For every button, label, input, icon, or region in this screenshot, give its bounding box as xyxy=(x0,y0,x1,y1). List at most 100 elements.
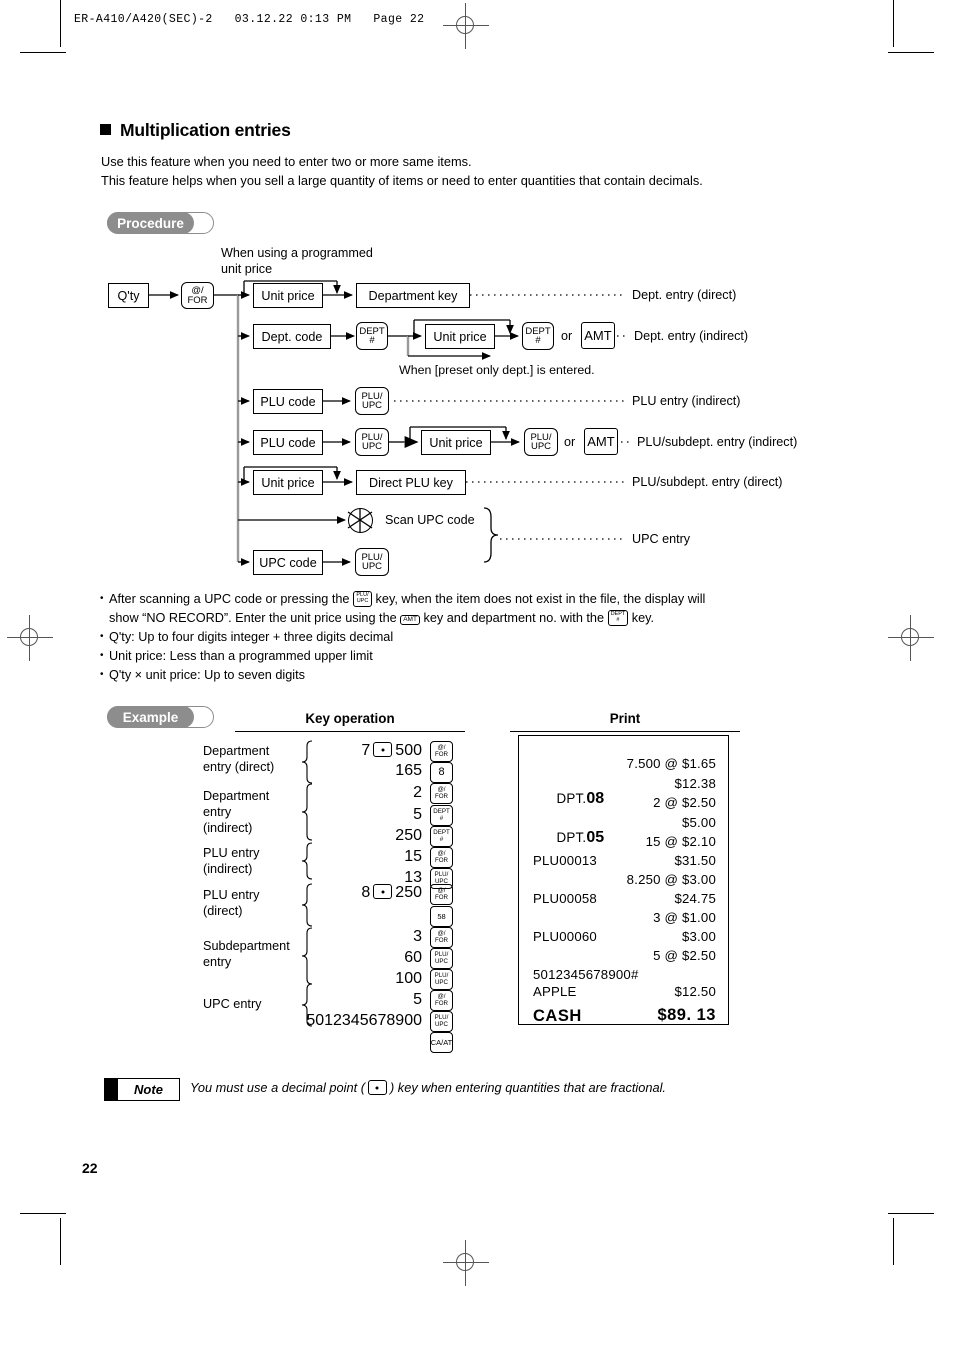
flow-box-unit-price-2: Unit price xyxy=(425,324,495,349)
receipt-line-12-left: 5012345678900# xyxy=(533,967,639,982)
flow-preset-note: When [preset only dept.] is entered. xyxy=(399,363,595,377)
receipt-line-11-right: 5 @ $2.50 xyxy=(653,948,716,963)
flow-box-unit-price-3: Unit price xyxy=(421,430,491,455)
print-header-text: ER-A410/A420(SEC)-2 03.12.22 0:13 PM Pag… xyxy=(74,13,425,26)
flow-result-dept-direct: Dept. entry (direct) xyxy=(632,288,737,302)
key-plu-2-line2: UPC xyxy=(361,441,383,452)
operation-line-13: 5 xyxy=(413,991,422,1008)
bullet-1-part-4: key and department no. with the xyxy=(419,611,608,625)
flowchart-caption-line-1: When using a programmed xyxy=(221,246,373,260)
op-key-11-l2: UPC xyxy=(434,957,449,965)
example-row-label-1: Department entry (direct) xyxy=(203,743,274,775)
receipt-2-dpt: DPT. xyxy=(556,791,587,806)
op-key-14-l2: UPC xyxy=(434,1020,449,1028)
crop-mark-top-right-h xyxy=(888,52,934,53)
crop-mark-bottom-left-v xyxy=(60,1218,61,1265)
flow-box-qty: Q'ty xyxy=(108,283,149,308)
crop-mark-top-left-v xyxy=(60,0,61,47)
op-key-5-dept: DEPT # xyxy=(430,826,453,847)
receipt-4-dptnum: 05 xyxy=(586,829,605,846)
receipt-line-5-right: 15 @ $2.10 xyxy=(645,834,716,849)
row-1-label-line2: entry (direct) xyxy=(203,760,275,774)
amt-key-icon: AMT xyxy=(400,615,420,625)
plu-upc-key-icon: PLU/UPC xyxy=(353,591,373,607)
crop-mark-bottom-right-v xyxy=(893,1218,894,1265)
flow-key-dept-1: DEPT # xyxy=(356,322,388,350)
receipt-line-6-left: PLU00013 xyxy=(533,853,597,868)
flow-box-direct-plu-key: Direct PLU key xyxy=(356,470,466,495)
receipt-line-13-left: APPLE xyxy=(533,984,577,999)
receipt-total-amount: $89. 13 xyxy=(657,1006,716,1024)
op-key-15-cash-amount-tender: CA/AT xyxy=(430,1032,453,1053)
flow-result-plu-subdept-direct: PLU/subdept. entry (direct) xyxy=(632,475,783,489)
bullet-item-3: Unit price: Less than a programmed upper… xyxy=(100,646,830,666)
op-key-2-dept8: 8 xyxy=(430,762,453,783)
receipt-line-8-left: PLU00058 xyxy=(533,891,597,906)
operation-line-1: 7 500 xyxy=(320,742,422,760)
flow-box-department-key: Department key xyxy=(356,283,470,308)
note-badge-bar xyxy=(105,1079,118,1100)
bullet-1-part-5: key. xyxy=(628,611,655,625)
intro-paragraph: Use this feature when you need to enter … xyxy=(101,153,821,190)
example-row-label-3: PLU entry (indirect) xyxy=(203,845,259,877)
decimal-point-key-icon-2 xyxy=(373,884,393,899)
flow-result-plu-subdept-indirect: PLU/subdept. entry (indirect) xyxy=(637,435,798,449)
row-1-label-line1: Department xyxy=(203,744,270,758)
receipt-4-dpt: DPT. xyxy=(556,830,587,845)
receipt-line-3-right: 2 @ $2.50 xyxy=(653,795,716,810)
row-6-label-line1: UPC entry xyxy=(203,997,262,1011)
key-at-for-line2: FOR xyxy=(187,294,208,306)
op-key-10-at-for: @/FOR xyxy=(430,927,453,948)
example-row-label-4: PLU entry (direct) xyxy=(203,887,259,919)
intro-line-2: This feature helps when you sell a large… xyxy=(101,172,703,188)
row-5-label-line1: Subdepartment xyxy=(203,939,290,953)
flow-result-upc-entry: UPC entry xyxy=(632,532,691,546)
bullet-1-part-2: key, when the item does not exist in the… xyxy=(372,592,706,606)
receipt-print-sample: 7.500 @ $1.65 DPT.08 $12.38 2 @ $2.50 DP… xyxy=(518,735,729,1025)
bullet-item-4: Q'ty × unit price: Up to seven digits xyxy=(100,665,830,685)
op-8-num: 8 xyxy=(361,884,371,901)
operation-line-2: 165 xyxy=(395,762,422,779)
bullet-1-part-3: show “NO RECORD”. Enter the unit price u… xyxy=(109,611,401,625)
key-operation-rule xyxy=(235,731,465,733)
page-number: 22 xyxy=(82,1160,98,1176)
example-row-label-2: Department entry (indirect) xyxy=(203,788,269,836)
inline-key-2: AMT xyxy=(403,616,417,623)
page-canvas: ER-A410/A420(SEC)-2 03.12.22 0:13 PM Pag… xyxy=(0,0,954,1351)
procedure-badge: Procedure xyxy=(107,212,194,234)
op-key-6-l2: FOR xyxy=(434,856,449,864)
op-key-4-dept: DEPT # xyxy=(430,805,453,826)
op-key-6-at-for: @/FOR xyxy=(430,847,453,868)
flow-key-plu-upc-2: PLU/ UPC xyxy=(355,428,389,456)
receipt-line-7-right: 8.250 @ $3.00 xyxy=(626,872,716,887)
flow-key-at-for: @/ FOR xyxy=(181,282,214,309)
receipt-line-13-right: $12.50 xyxy=(674,984,716,999)
flow-box-unit-price-1: Unit price xyxy=(253,283,323,308)
operation-line-14: 5012345678900 xyxy=(306,1012,422,1029)
flow-or-label-2: or xyxy=(564,435,576,449)
key-dept-line2: # xyxy=(369,335,375,346)
bullet-1-part-1: After scanning a UPC code or pressing th… xyxy=(109,592,354,606)
note-text-before: You must use a decimal point ( xyxy=(190,1080,365,1095)
op-1-num2: 500 xyxy=(395,742,422,759)
bullet-item-2: Q'ty: Up to four digits integer + three … xyxy=(100,627,830,647)
op-8-num2: 250 xyxy=(395,884,422,901)
receipt-line-10-right: $3.00 xyxy=(681,929,716,944)
note-badge: Note xyxy=(104,1078,180,1101)
flow-box-plu-code-1: PLU code xyxy=(253,389,323,414)
flow-key-plu-upc-4: PLU/ UPC xyxy=(355,548,389,576)
receipt-total-label: CASH xyxy=(533,1007,582,1025)
receipt-line-8-right: $24.75 xyxy=(674,891,716,906)
row-3-label-line2: (indirect) xyxy=(203,862,253,876)
receipt-line-2-right: $12.38 xyxy=(674,776,716,791)
note-text: You must use a decimal point () key when… xyxy=(190,1080,666,1095)
registration-mark-top xyxy=(443,3,489,49)
flowchart-caption-line-2: unit price xyxy=(221,262,273,276)
receipt-line-9-right: 3 @ $1.00 xyxy=(653,910,716,925)
flow-key-plu-upc-3: PLU/ UPC xyxy=(524,428,558,456)
example-badge: Example xyxy=(107,706,194,728)
op-key-12-l2: UPC xyxy=(434,978,449,986)
print-rule xyxy=(510,731,740,733)
operation-line-5: 250 xyxy=(395,827,422,844)
flow-key-amt-2: AMT xyxy=(584,428,618,455)
